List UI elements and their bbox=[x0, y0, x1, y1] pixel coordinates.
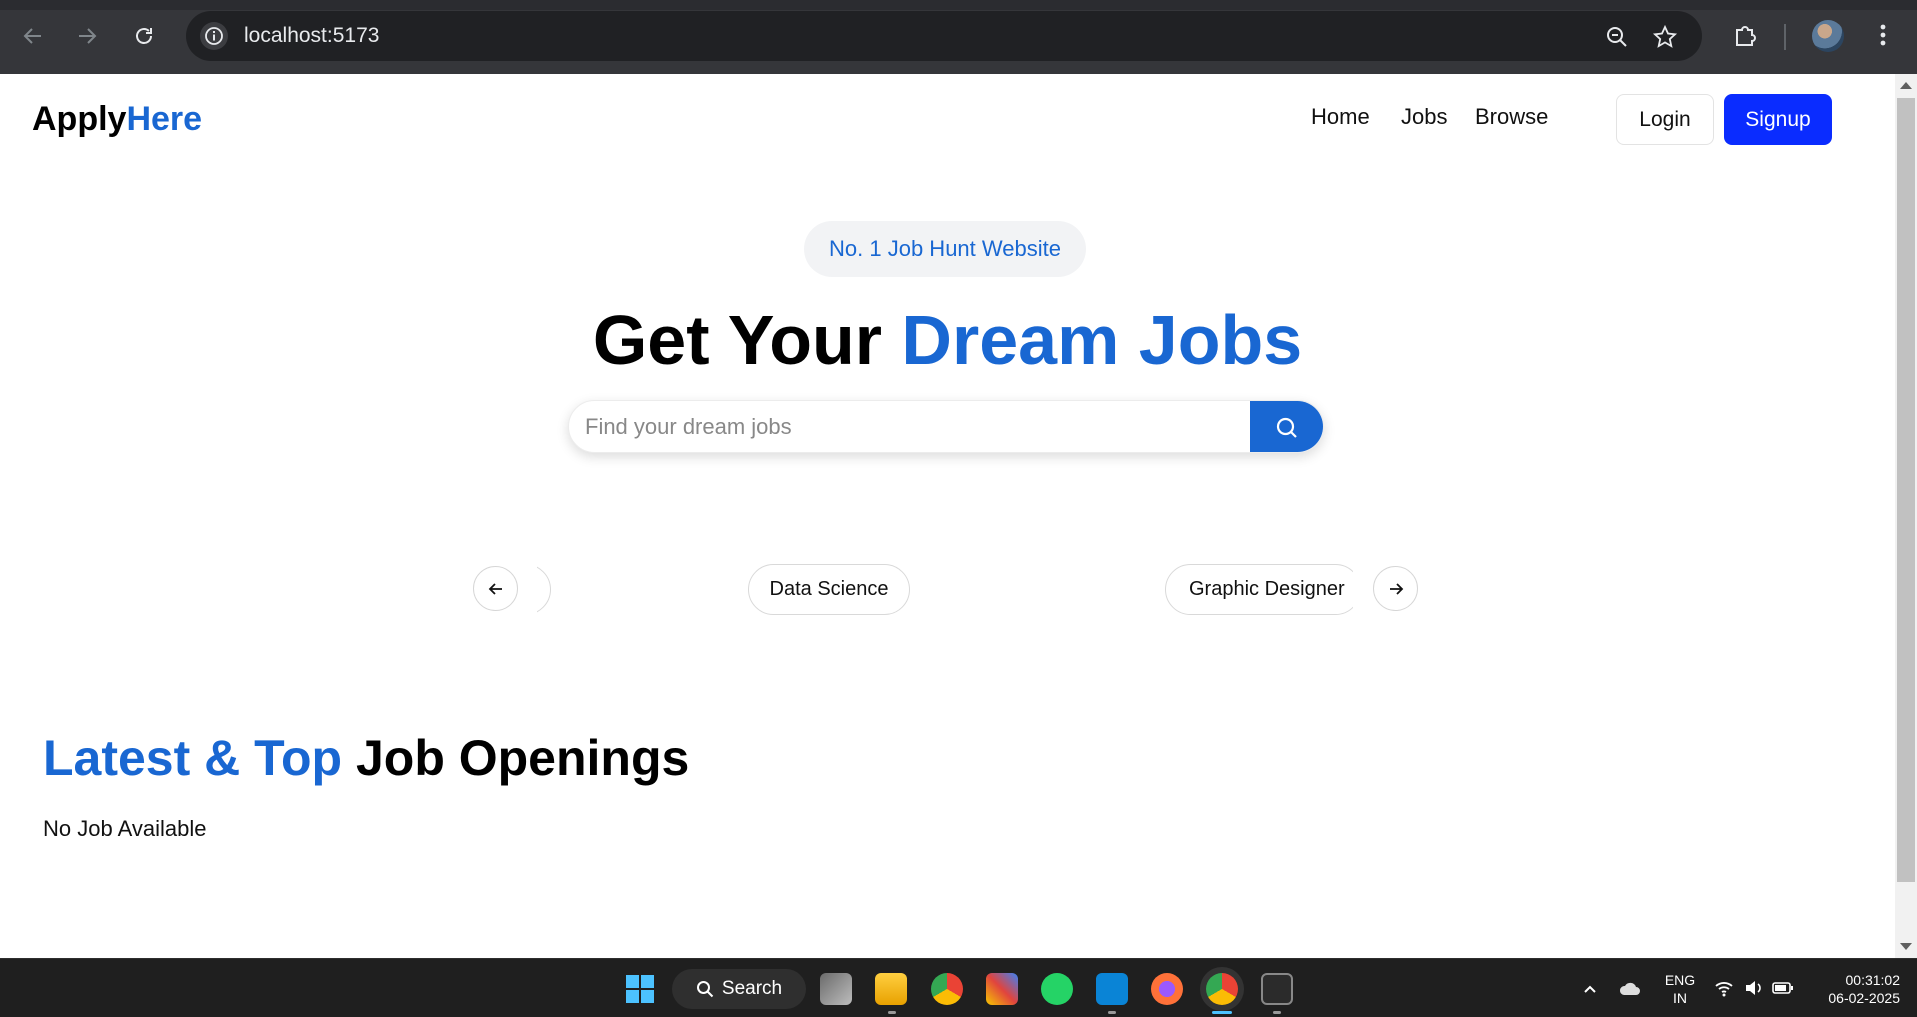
battery-icon[interactable] bbox=[1772, 980, 1794, 996]
os-taskbar: Search ENG IN 00:31:02 06-02-2025 bbox=[0, 958, 1917, 1017]
running-indicator bbox=[1273, 1011, 1281, 1014]
arrow-left-icon bbox=[23, 28, 41, 44]
hero-title: Get Your Dream Jobs bbox=[0, 300, 1895, 380]
star-icon[interactable] bbox=[1652, 24, 1678, 50]
reload-icon bbox=[136, 28, 152, 44]
scroll-up-arrow[interactable] bbox=[1900, 82, 1912, 89]
more-vertical-icon bbox=[1880, 24, 1886, 46]
category-chip[interactable]: Graphic Designer bbox=[1165, 564, 1353, 615]
terminal-icon[interactable] bbox=[1261, 973, 1293, 1005]
login-button[interactable]: Login bbox=[1616, 94, 1714, 145]
menu-button[interactable] bbox=[1866, 18, 1900, 52]
vscode-icon[interactable] bbox=[1096, 973, 1128, 1005]
clock-date: 06-02-2025 bbox=[1828, 990, 1900, 1006]
nav-jobs[interactable]: Jobs bbox=[1401, 104, 1447, 130]
scroll-thumb[interactable] bbox=[1897, 98, 1915, 882]
language-indicator[interactable]: ENG IN bbox=[1660, 971, 1700, 1007]
site-logo[interactable]: ApplyHere bbox=[32, 100, 202, 139]
search-button[interactable] bbox=[1250, 401, 1323, 452]
task-view-icon[interactable] bbox=[820, 973, 852, 1005]
address-bar[interactable]: localhost:5173 bbox=[186, 11, 1702, 61]
category-chip-partial[interactable] bbox=[537, 564, 551, 615]
nav-home[interactable]: Home bbox=[1311, 104, 1370, 130]
zoom-icon[interactable] bbox=[1604, 24, 1630, 50]
latest-heading-main: Job Openings bbox=[342, 730, 690, 786]
reload-button[interactable] bbox=[128, 20, 160, 52]
extensions-button[interactable] bbox=[1728, 18, 1762, 52]
page-scrollbar[interactable] bbox=[1895, 74, 1917, 958]
search-icon bbox=[696, 981, 714, 998]
puzzle-icon bbox=[1736, 26, 1756, 46]
browser-toolbar: localhost:5173 bbox=[0, 0, 1917, 74]
app-icon[interactable] bbox=[986, 973, 1018, 1005]
nav-browse[interactable]: Browse bbox=[1475, 104, 1548, 130]
clock[interactable]: 00:31:02 06-02-2025 bbox=[1806, 971, 1900, 1007]
search-bar bbox=[568, 400, 1324, 453]
tab-strip bbox=[0, 0, 1917, 10]
arrow-right-icon bbox=[1389, 582, 1403, 595]
volume-icon[interactable] bbox=[1744, 979, 1764, 997]
clock-time: 00:31:02 bbox=[1845, 972, 1901, 988]
carousel-prev-button[interactable] bbox=[473, 566, 518, 611]
search-icon bbox=[1276, 417, 1297, 438]
latest-jobs-heading: Latest & Top Job Openings bbox=[43, 729, 689, 787]
file-explorer-icon[interactable] bbox=[875, 973, 907, 1005]
logo-text-accent: Here bbox=[126, 100, 203, 138]
logo-text-main: Apply bbox=[32, 100, 127, 138]
site-info-icon[interactable] bbox=[200, 22, 228, 50]
carousel-next-button[interactable] bbox=[1373, 566, 1418, 611]
empty-state-text: No Job Available bbox=[43, 816, 207, 841]
arrow-right-icon bbox=[79, 28, 97, 44]
active-indicator bbox=[1212, 1011, 1232, 1014]
cloud-icon[interactable] bbox=[1618, 979, 1642, 997]
back-button[interactable] bbox=[17, 20, 49, 52]
chevron-up-icon[interactable] bbox=[1582, 981, 1598, 997]
chrome-icon[interactable] bbox=[931, 973, 963, 1005]
arrow-left-icon bbox=[488, 582, 502, 595]
hero-title-accent: Dream Jobs bbox=[901, 301, 1303, 379]
firefox-icon[interactable] bbox=[1151, 973, 1183, 1005]
hero-title-main: Get Your bbox=[592, 301, 902, 379]
chrome-active-icon[interactable] bbox=[1206, 973, 1238, 1005]
signup-button[interactable]: Signup bbox=[1724, 94, 1832, 145]
toolbar-divider bbox=[1784, 24, 1786, 50]
profile-avatar[interactable] bbox=[1812, 20, 1844, 52]
url-text[interactable]: localhost:5173 bbox=[244, 24, 379, 48]
forward-button[interactable] bbox=[71, 20, 103, 52]
category-chip[interactable]: Data Science bbox=[748, 564, 910, 615]
latest-heading-accent: Latest & Top bbox=[43, 730, 343, 786]
taskbar-search-label: Search bbox=[721, 978, 783, 999]
windows-start-icon[interactable] bbox=[624, 973, 656, 1005]
scroll-down-arrow[interactable] bbox=[1900, 943, 1912, 950]
search-input[interactable] bbox=[569, 401, 1251, 452]
taskbar-search[interactable]: Search bbox=[672, 969, 806, 1009]
running-indicator bbox=[1108, 1011, 1116, 1014]
page-viewport: ApplyHere Home Jobs Browse Login Signup … bbox=[0, 74, 1895, 958]
language-code: ENG bbox=[1664, 972, 1696, 988]
region-code: IN bbox=[1673, 990, 1687, 1006]
whatsapp-icon[interactable] bbox=[1041, 973, 1073, 1005]
category-carousel: Data Science Graphic Designer bbox=[537, 564, 1353, 616]
wifi-icon[interactable] bbox=[1714, 979, 1734, 997]
hero-badge: No. 1 Job Hunt Website bbox=[804, 221, 1086, 277]
running-indicator bbox=[888, 1011, 896, 1014]
